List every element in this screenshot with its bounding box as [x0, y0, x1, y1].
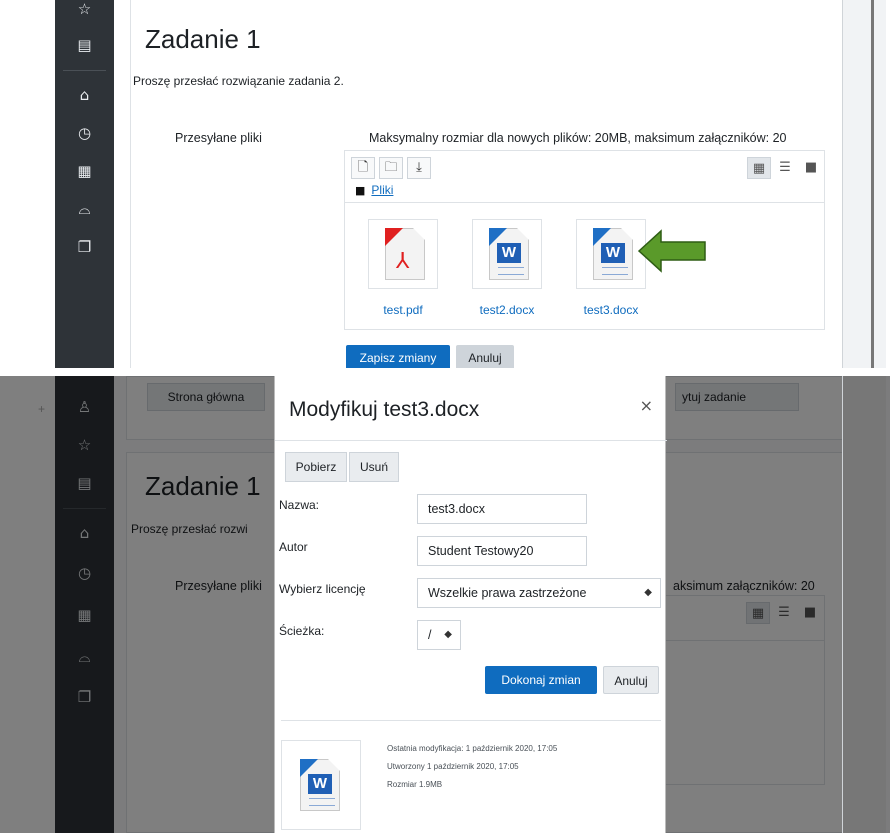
breadcrumb-pliki[interactable]: Pliki [371, 183, 393, 197]
add-file-icon[interactable]: 🗋 [351, 157, 375, 179]
chevron-updown-icon: ◆ [644, 587, 652, 598]
cancel-button[interactable]: Anuluj [456, 345, 514, 368]
course-content: Zadanie 1 Proszę przesłać rozwiązanie za… [130, 0, 840, 368]
right-scrollbar-area[interactable] [842, 0, 886, 368]
path-select[interactable]: / ◆ [417, 620, 461, 650]
dashboard-icon[interactable]: ◷ [55, 124, 114, 142]
delete-button[interactable]: Usuń [349, 452, 399, 482]
save-changes-button[interactable]: Zapisz zmiany [346, 345, 450, 368]
cancel-button[interactable]: Anuluj [603, 666, 659, 694]
file-name[interactable]: test2.docx [467, 303, 547, 317]
name-field[interactable]: test3.docx [417, 494, 587, 524]
author-label: Autor [279, 540, 308, 554]
screenshot-divider [0, 368, 890, 376]
word-file-icon[interactable]: W [472, 219, 542, 289]
download-button[interactable]: Pobierz [285, 452, 347, 482]
download-icon[interactable]: ⤓ [407, 157, 431, 179]
edit-file-dialog-panel: + ♙ ☆ ▤ ⌂ ◷ ▦ ⌓ ❐ Strona główna ytuj zad… [0, 376, 890, 833]
list-view-icon[interactable]: ☰ [773, 157, 797, 179]
left-nav-drawer: ☆ ▤ ⌂ ◷ ▦ ⌓ ❐ [55, 0, 114, 368]
created-text: Utworzony 1 październik 2020, 17:05 [387, 762, 519, 771]
chevron-updown-icon: ◆ [444, 629, 452, 640]
file-size-text: Rozmiar 1.9MB [387, 780, 443, 789]
file-manager: 🗋 🗀 ⤓ ▦ ☰ ■ ■ Pliki ⅄ test.pdf W test2.d… [344, 150, 825, 330]
name-label: Nazwa: [279, 498, 320, 512]
submitted-files-label: Przesyłane pliki [175, 131, 262, 145]
grid-view-icon[interactable]: ▦ [747, 157, 771, 179]
file-item[interactable]: W test2.docx [467, 219, 547, 317]
files-icon[interactable]: ❐ [55, 238, 114, 256]
close-icon[interactable]: × [640, 396, 653, 415]
sidebar-divider [63, 70, 106, 71]
calendar-icon[interactable]: ▦ [55, 162, 114, 180]
file-item[interactable]: ⅄ test.pdf [363, 219, 443, 317]
last-modified-text: Ostatnia modyfikacja: 1 październik 2020… [387, 744, 558, 753]
green-arrow-icon [637, 229, 706, 273]
right-scrollbar-area[interactable] [842, 376, 886, 833]
book-icon[interactable]: ▤ [55, 36, 114, 54]
file-name[interactable]: test.pdf [363, 303, 443, 317]
page-title: Zadanie 1 [145, 24, 261, 54]
modal-section-divider [281, 720, 661, 721]
home-icon[interactable]: ⌂ [55, 86, 114, 104]
graduation-cap-icon[interactable]: ⌓ [55, 200, 114, 218]
folder-icon: ■ [355, 184, 366, 197]
license-select[interactable]: Wszelkie prawa zastrzeżone ◆ [417, 578, 661, 608]
assignment-view-panel: ☆ ▤ ⌂ ◷ ▦ ⌓ ❐ Zadanie 1 Proszę przesłać … [0, 0, 890, 368]
author-field[interactable]: Student Testowy20 [417, 536, 587, 566]
tree-view-icon[interactable]: ■ [799, 157, 823, 179]
word-file-icon[interactable]: W [576, 219, 646, 289]
modal-header-divider [275, 440, 667, 441]
license-select-value: Wszelkie prawa zastrzeżone [428, 586, 587, 600]
breadcrumb: ■ Pliki [355, 183, 393, 197]
upload-limits-text: Maksymalny rozmiar dla nowych plików: 20… [369, 131, 787, 145]
assignment-description: Proszę przesłać rozwiązanie zadania 2. [133, 74, 344, 88]
path-label: Ścieżka: [279, 624, 325, 638]
path-select-value: / [428, 628, 432, 642]
apply-changes-button[interactable]: Dokonaj zmian [485, 666, 597, 694]
modal-title: Modyfikuj test3.docx [289, 398, 480, 421]
pdf-file-icon[interactable]: ⅄ [368, 219, 438, 289]
star-icon[interactable]: ☆ [55, 0, 114, 18]
license-label: Wybierz licencję [279, 582, 366, 596]
edit-file-modal: Modyfikuj test3.docx × Pobierz Usuń Nazw… [274, 376, 667, 833]
create-folder-icon[interactable]: 🗀 [379, 157, 403, 179]
file-manager-toolbar: 🗋 🗀 ⤓ ▦ ☰ ■ ■ Pliki [345, 151, 824, 203]
word-file-icon: W [281, 740, 361, 830]
file-name[interactable]: test3.docx [571, 303, 651, 317]
